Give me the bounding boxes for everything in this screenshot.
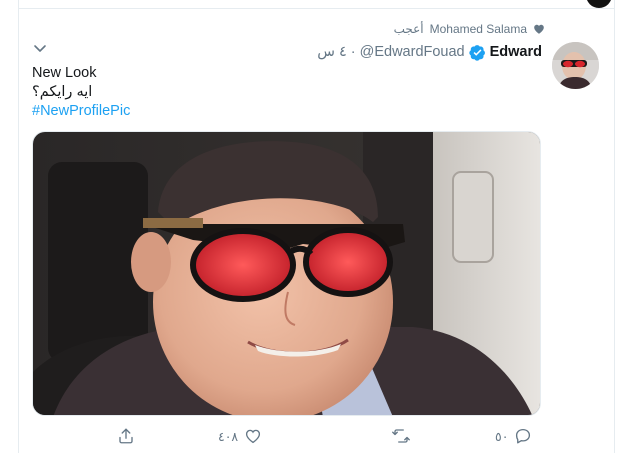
share-button[interactable] <box>117 425 135 447</box>
separator-dot: · <box>350 44 356 60</box>
timeline-border-right <box>614 0 615 453</box>
share-icon <box>117 427 135 445</box>
author-handle[interactable]: @EdwardFouad <box>360 44 465 60</box>
liked-label: أعجب <box>393 22 424 36</box>
heart-icon <box>533 23 545 35</box>
tweet-divider <box>18 8 615 9</box>
liker-name[interactable]: Mohamed Salama <box>430 22 527 36</box>
timeline-border-left <box>18 0 19 453</box>
reply-icon <box>514 427 532 445</box>
like-count: ٤٠٨ <box>218 429 239 444</box>
previous-avatar-fragment <box>586 0 612 8</box>
display-name[interactable]: Edward <box>490 44 542 60</box>
tweet-line: New Look <box>32 65 97 81</box>
retweet-icon <box>391 427 411 445</box>
verified-badge-icon <box>468 44 486 61</box>
tweet-photo[interactable] <box>32 131 541 416</box>
social-context[interactable]: Mohamed Salama أعجب <box>360 20 545 38</box>
chevron-down-icon[interactable] <box>32 42 48 56</box>
like-icon <box>244 427 262 445</box>
tweet-header: Edward @EdwardFouad · ٤ س <box>300 42 542 62</box>
tweet-timestamp[interactable]: ٤ س <box>317 44 347 60</box>
tweet-line: ايه رايكم؟ <box>32 84 93 100</box>
reply-count: ٥٠ <box>495 429 509 444</box>
hashtag-link[interactable]: #NewProfilePic <box>32 102 532 121</box>
tweet-actions: ٤٠٨ ٥٠ <box>110 425 550 447</box>
avatar[interactable] <box>552 42 599 89</box>
retweet-button[interactable] <box>385 425 411 447</box>
reply-button[interactable]: ٥٠ <box>495 425 532 447</box>
tweet-text: New Look ايه رايكم؟ #NewProfilePic <box>32 64 532 121</box>
like-button[interactable]: ٤٠٨ <box>218 425 262 447</box>
